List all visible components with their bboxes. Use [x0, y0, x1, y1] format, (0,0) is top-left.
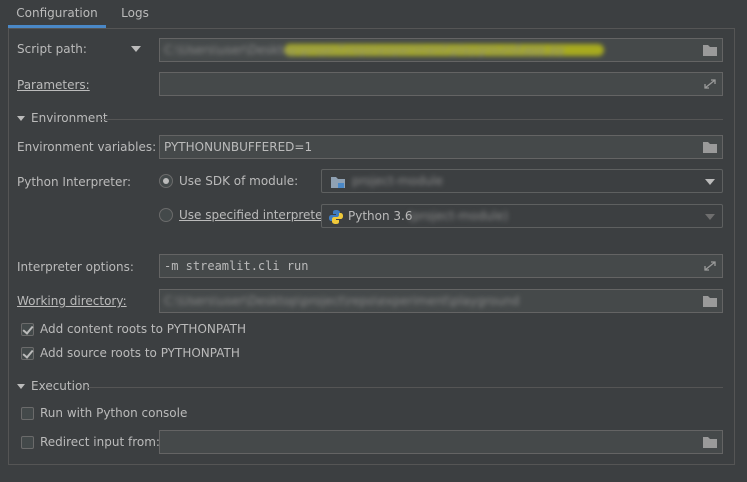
expand-icon[interactable] [702, 77, 718, 91]
interpreter-dropdown[interactable]: Python 3.6 (project-module) [321, 204, 723, 228]
env-vars-value: PYTHONUNBUFFERED=1 [164, 140, 313, 154]
run-python-console-label: Run with Python console [40, 406, 188, 420]
folder-icon[interactable] [702, 140, 718, 154]
module-folder-icon [331, 177, 345, 188]
parameters-field[interactable] [159, 72, 723, 96]
use-specified-radio[interactable] [159, 208, 173, 222]
script-type-dropdown-icon[interactable] [131, 46, 141, 52]
parameters-label: Parameters: [17, 78, 90, 92]
script-path-field[interactable]: C:\Users\user\Desktop\project\repo\exper… [159, 38, 723, 62]
script-path-value: C:\Users\user\Desktop\project\repo\exper… [164, 43, 565, 57]
interpreter-options-field[interactable]: -m streamlit.cli run [159, 254, 723, 278]
execution-separator [88, 387, 723, 388]
run-python-console-checkbox[interactable] [21, 407, 34, 420]
collapse-triangle-icon [17, 384, 25, 389]
use-sdk-radio[interactable] [159, 174, 173, 188]
folder-icon[interactable] [702, 435, 718, 449]
module-value: project-module [352, 174, 443, 188]
redirect-input-checkbox[interactable] [21, 436, 34, 449]
interpreter-value-suffix: (project-module) [408, 209, 509, 223]
expand-icon[interactable] [702, 259, 718, 273]
tab-configuration[interactable]: Configuration [8, 0, 106, 28]
env-vars-field[interactable]: PYTHONUNBUFFERED=1 [159, 135, 723, 159]
chevron-down-icon [705, 214, 715, 220]
folder-icon[interactable] [702, 294, 718, 308]
use-specified-label: Use specified interpreter: [179, 208, 332, 222]
module-dropdown[interactable]: project-module [321, 169, 723, 193]
use-sdk-label: Use SDK of module: [179, 174, 299, 188]
working-directory-label: Working directory: [17, 294, 127, 308]
interpreter-options-label: Interpreter options: [17, 260, 134, 274]
add-source-roots-checkbox[interactable] [21, 347, 34, 360]
python-icon [329, 210, 343, 224]
working-directory-field[interactable]: C:\Users\user\Desktop\project\repo\exper… [159, 289, 723, 313]
collapse-triangle-icon [17, 116, 25, 121]
chevron-down-icon [705, 179, 715, 185]
environment-section-title[interactable]: Environment [17, 111, 108, 125]
environment-separator [100, 119, 723, 120]
env-vars-label: Environment variables: [17, 140, 157, 154]
execution-section-title[interactable]: Execution [17, 379, 90, 393]
folder-icon[interactable] [702, 43, 718, 57]
add-source-roots-label: Add source roots to PYTHONPATH [40, 346, 240, 360]
interpreter-value: Python 3.6 [348, 209, 413, 223]
working-directory-value: C:\Users\user\Desktop\project\repo\exper… [164, 294, 520, 308]
tab-logs[interactable]: Logs [114, 0, 156, 28]
redirect-input-label: Redirect input from: [40, 435, 160, 449]
script-path-label: Script path: [17, 42, 87, 56]
add-content-roots-label: Add content roots to PYTHONPATH [40, 322, 246, 336]
interpreter-options-value: -m streamlit.cli run [164, 259, 309, 273]
tab-bar: Configuration Logs [0, 0, 747, 28]
python-interpreter-label: Python Interpreter: [17, 175, 132, 189]
redirect-input-field[interactable] [159, 430, 723, 454]
add-content-roots-checkbox[interactable] [21, 323, 34, 336]
